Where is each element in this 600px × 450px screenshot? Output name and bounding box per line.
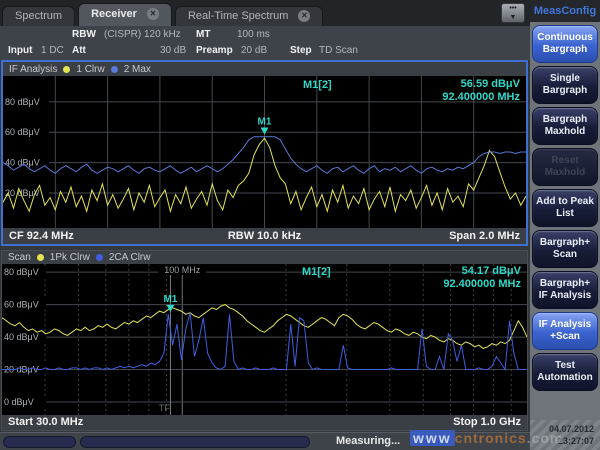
- input-value[interactable]: 1 DC: [41, 45, 64, 56]
- tab-real-time-spectrum[interactable]: Real-Time Spectrum ✕: [175, 6, 323, 26]
- softkey-continuous-bargraph[interactable]: Continuous Bargraph: [532, 25, 598, 63]
- svg-text:40 dBμV: 40 dBμV: [5, 158, 40, 168]
- softkey-buttons: Continuous BargraphSingle BargraphBargra…: [530, 25, 600, 391]
- softkey-bargraph-if-analysis[interactable]: Bargraph+ IF Analysis: [532, 271, 598, 309]
- scan-header: Scan 1Pk Clrw 2CA Clrw: [2, 251, 527, 264]
- tab-label: Real-Time Spectrum: [188, 10, 288, 22]
- scan-window[interactable]: Scan 1Pk Clrw 2CA Clrw 100 MHz 80 dBμV 60 …: [1, 250, 528, 431]
- chevron-down-icon: ▼: [502, 13, 524, 22]
- att-value[interactable]: 30 dB: [160, 45, 186, 56]
- scan-footer: Start 30.0 MHz Stop 1.0 GHz: [2, 415, 527, 430]
- svg-text:60 dBμV: 60 dBμV: [4, 300, 39, 310]
- svg-text:0 dBμV: 0 dBμV: [4, 397, 34, 407]
- progress-segment-1: [3, 436, 76, 448]
- att-label: Att: [72, 45, 86, 56]
- tab-overflow-button[interactable]: ••• ▼: [501, 3, 525, 23]
- start-freq-value[interactable]: Start 30.0 MHz: [8, 415, 83, 430]
- close-icon[interactable]: ✕: [298, 10, 310, 22]
- mt-label: MT: [196, 29, 210, 40]
- trace2-color-dot-icon: [96, 254, 103, 261]
- trace2-color-dot-icon: [111, 66, 118, 73]
- svg-text:M1: M1: [258, 117, 272, 128]
- trace1-color-dot-icon: [37, 254, 44, 261]
- if-trace1-label: 1 Clrw: [76, 64, 104, 75]
- scan-title: Scan: [8, 252, 31, 263]
- softkey-test-automation[interactable]: Test Automation: [532, 353, 598, 391]
- rbw-label: RBW: [72, 29, 96, 40]
- tab-strip: Spectrum Receiver ✕ Real-Time Spectrum ✕: [2, 3, 326, 26]
- if-marker-level: 56.59 dBμV: [461, 78, 520, 90]
- svg-text:M1: M1: [163, 294, 177, 305]
- softkey-single-bargraph[interactable]: Single Bargraph: [532, 66, 598, 104]
- date-text: 04.07.2012: [530, 423, 594, 435]
- softkey-menu-title: MeasConfig: [530, 0, 600, 22]
- close-icon[interactable]: ✕: [147, 8, 159, 20]
- svg-text:100 MHz: 100 MHz: [164, 265, 201, 275]
- mt-value[interactable]: 100 ms: [237, 29, 270, 40]
- if-marker-freq: 92.400000 MHz: [442, 91, 520, 103]
- tab-bar: Spectrum Receiver ✕ Real-Time Spectrum ✕ •••…: [0, 0, 530, 26]
- datetime-display: 04.07.2012 13:27:07: [530, 420, 600, 450]
- tab-spectrum[interactable]: Spectrum: [2, 6, 75, 26]
- if-marker-name: M1[2]: [303, 79, 332, 91]
- time-text: 13:27:07: [530, 435, 594, 447]
- svg-text:40 dBμV: 40 dBμV: [4, 332, 39, 342]
- input-label: Input: [8, 45, 32, 56]
- span-value[interactable]: Span 2.0 MHz: [449, 228, 520, 244]
- softkey-bargraph-maxhold[interactable]: Bargraph Maxhold: [532, 107, 598, 145]
- status-bar: Measuring...: [0, 432, 530, 450]
- trace1-color-dot-icon: [63, 66, 70, 73]
- step-value[interactable]: TD Scan: [319, 45, 358, 56]
- if-analysis-title: IF Analysis: [9, 64, 57, 75]
- svg-text:60 dBμV: 60 dBμV: [5, 127, 40, 137]
- softkey-if-analysis-scan[interactable]: IF Analysis +Scan: [532, 312, 598, 350]
- rbw-value[interactable]: (CISPR) 120 kHz: [104, 29, 181, 40]
- preamp-label: Preamp: [196, 45, 233, 56]
- tab-label: Receiver: [91, 8, 137, 20]
- scan-trace1-label: 1Pk Clrw: [50, 252, 90, 263]
- instrument-screen: Spectrum Receiver ✕ Real-Time Spectrum ✕ •••…: [0, 0, 600, 450]
- settings-bar: RBW (CISPR) 120 kHz MT 100 ms Input 1 DC…: [0, 26, 530, 60]
- softkey-add-to-peak-list[interactable]: Add to Peak List: [532, 189, 598, 227]
- tab-label: Spectrum: [15, 10, 62, 22]
- overflow-dots-icon: •••: [502, 4, 524, 13]
- if-analysis-header: IF Analysis 1 Clrw 2 Max: [3, 62, 526, 76]
- svg-text:TF: TF: [159, 403, 170, 413]
- preamp-value[interactable]: 20 dB: [241, 45, 267, 56]
- svg-text:80 dBμV: 80 dBμV: [4, 267, 39, 277]
- scan-marker-freq: 92.400000 MHz: [443, 278, 521, 290]
- status-text: Measuring...: [336, 435, 400, 447]
- svg-text:80 dBμV: 80 dBμV: [5, 97, 40, 107]
- scan-trace2-label: 2CA Clrw: [109, 252, 151, 263]
- if-analysis-footer: CF 92.4 MHz RBW 10.0 kHz Span 2.0 MHz: [3, 228, 526, 244]
- stop-freq-value[interactable]: Stop 1.0 GHz: [453, 415, 521, 430]
- rbw-footer-value[interactable]: RBW 10.0 kHz: [3, 228, 526, 244]
- progress-segment-2: [80, 436, 310, 448]
- softkey-bargraph-scan[interactable]: Bargraph+ Scan: [532, 230, 598, 268]
- scan-marker-level: 54.17 dBμV: [462, 265, 521, 277]
- step-label: Step: [290, 45, 312, 56]
- if-trace2-label: 2 Max: [124, 64, 151, 75]
- scan-marker-name: M1[2]: [302, 266, 331, 278]
- softkey-reset-maxhold: Reset Maxhold: [532, 148, 598, 186]
- if-analysis-window[interactable]: IF Analysis 1 Clrw 2 Max 80 dBμV 60 dBμV 4…: [1, 60, 528, 246]
- tab-receiver[interactable]: Receiver ✕: [78, 3, 172, 26]
- softkey-sidebar: MeasConfig Continuous BargraphSingle Bar…: [530, 0, 600, 450]
